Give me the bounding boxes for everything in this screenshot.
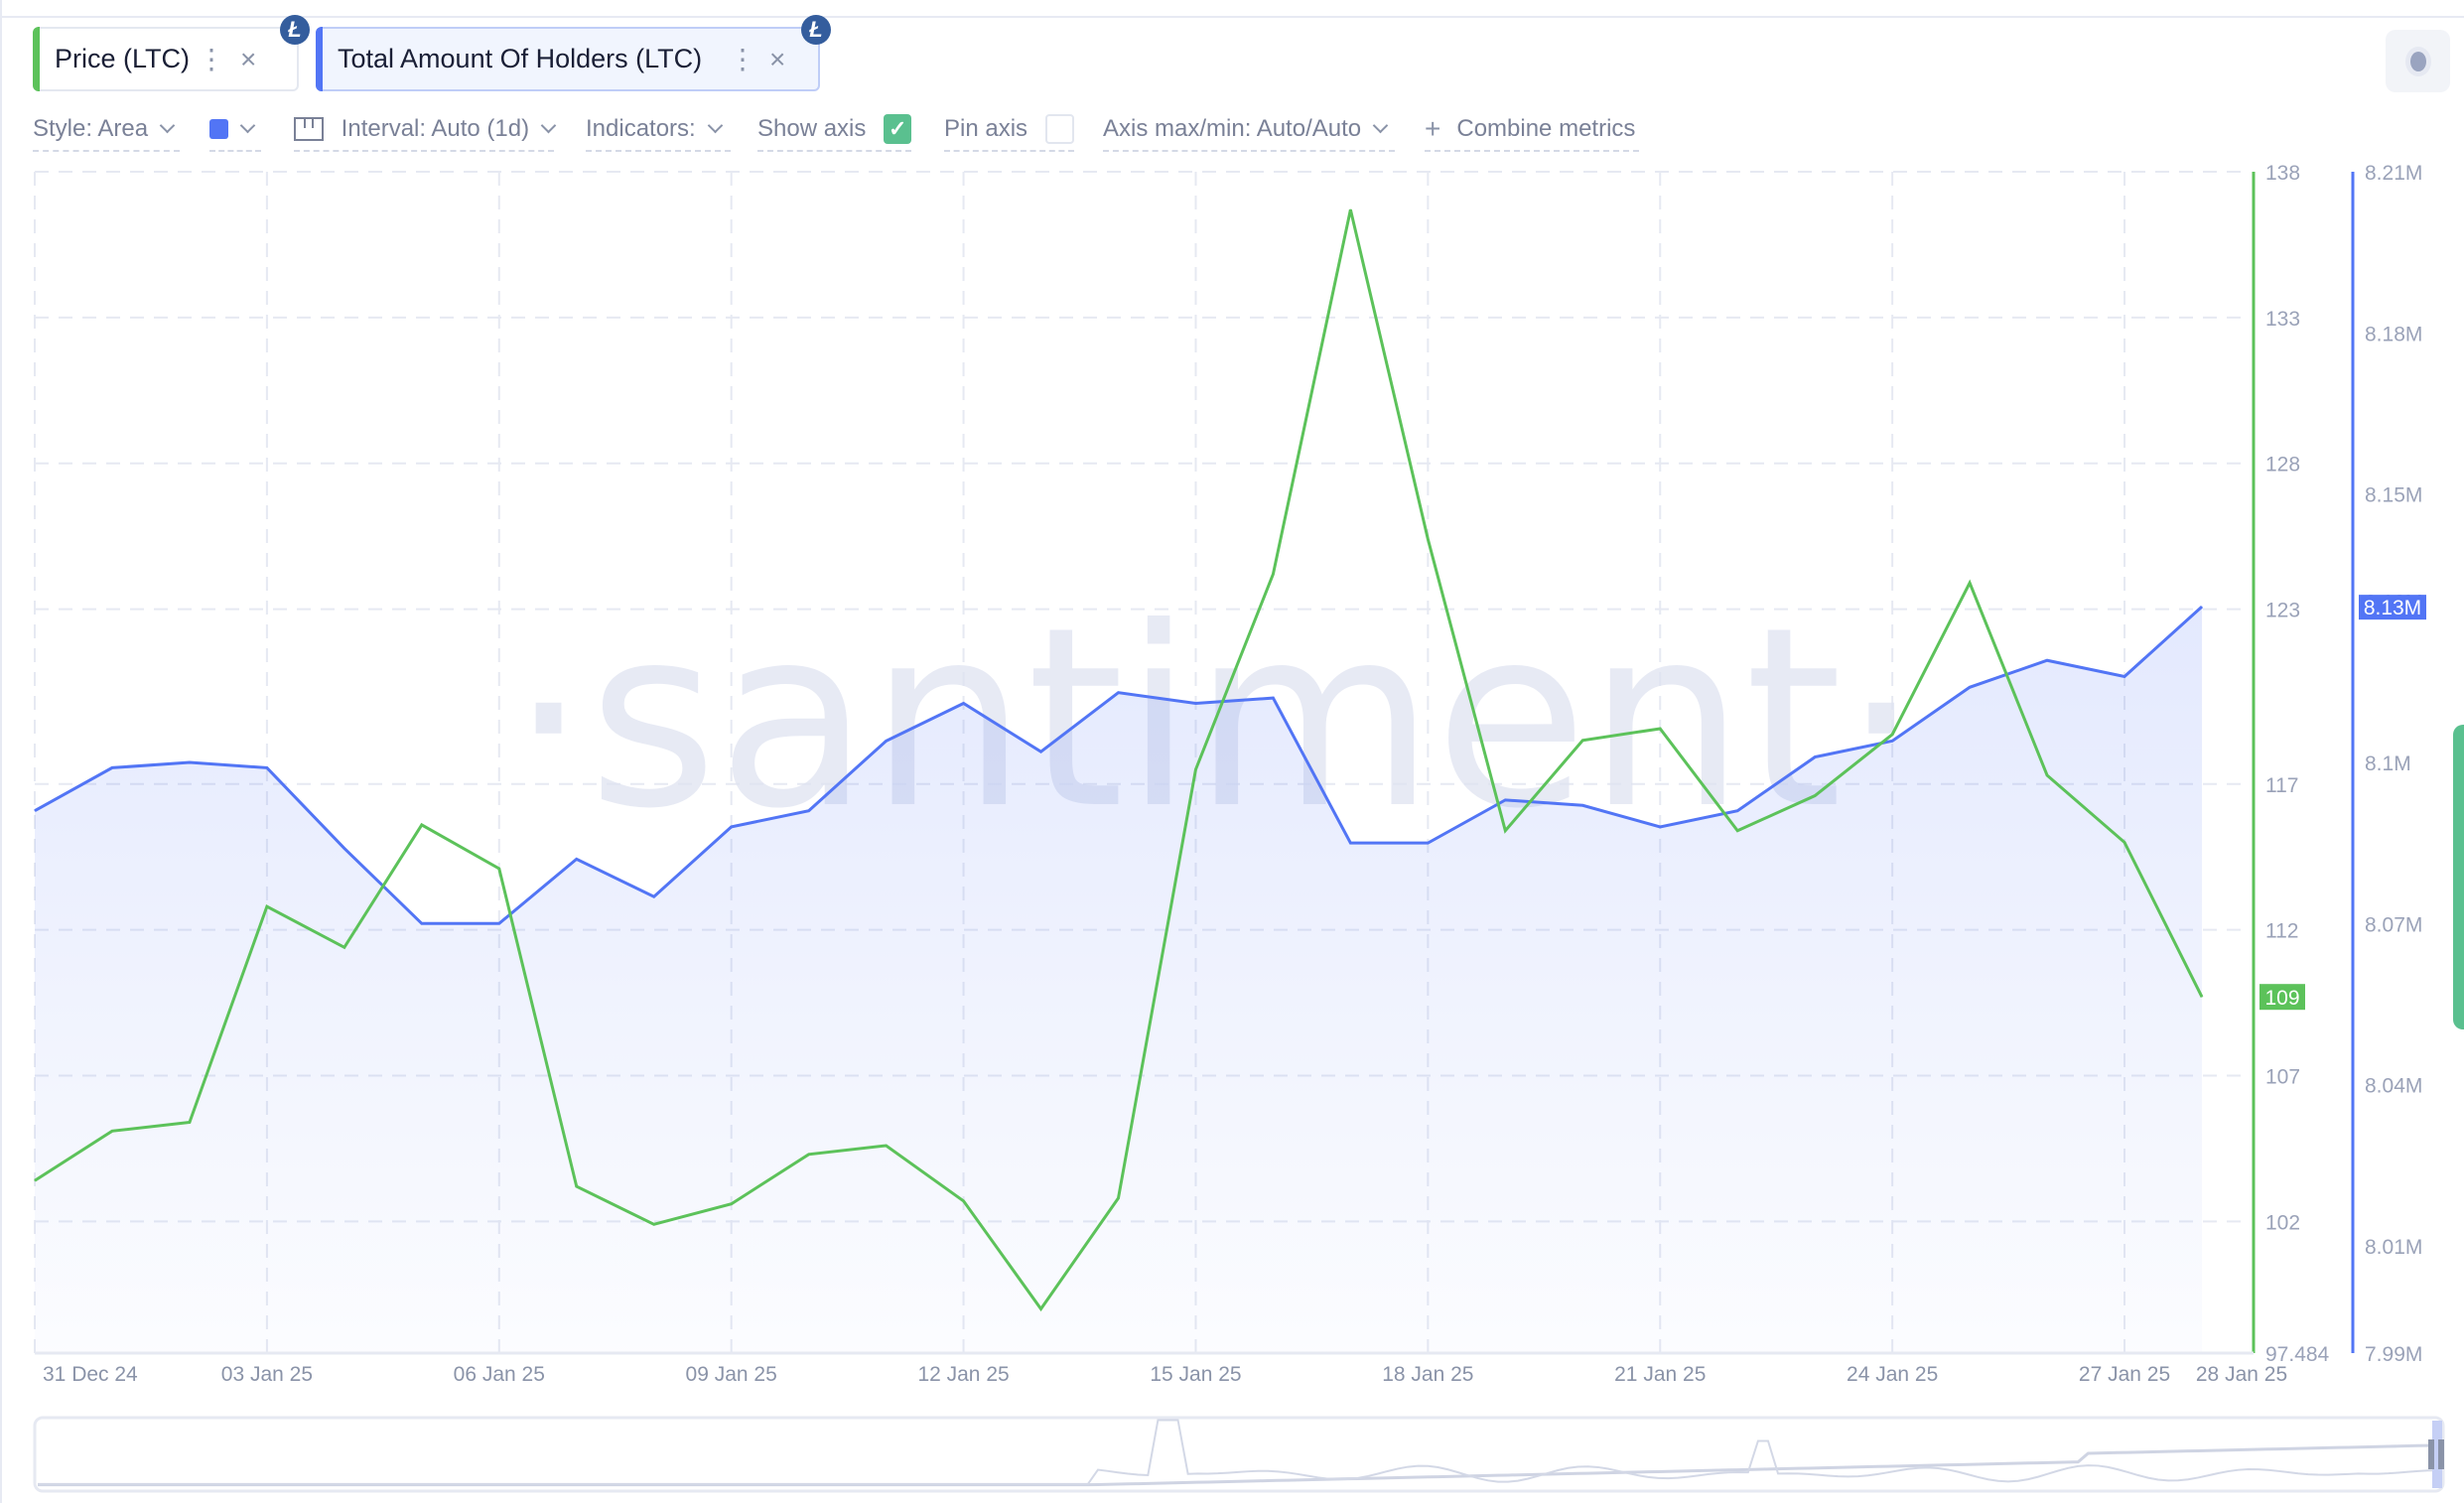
holders-point	[1427, 842, 1429, 844]
price-point	[1504, 830, 1506, 832]
price-point	[343, 946, 345, 948]
x-tick-label: 12 Jan 25	[917, 1363, 1009, 1386]
holders-point	[266, 766, 268, 768]
x-tick-label: 06 Jan 25	[454, 1363, 545, 1386]
chart[interactable]: ·santiment· 13813312812311711210710297.4…	[0, 0, 2464, 1503]
price-point	[731, 1203, 733, 1205]
holders-tick-label: 8.1M	[2365, 752, 2411, 775]
x-tick-label: 09 Jan 25	[686, 1363, 777, 1386]
holders-point	[1736, 810, 1738, 812]
chart-axes: 13813312812311711210710297.4848.21M8.18M…	[2252, 162, 2426, 1366]
price-tick-label: 102	[2265, 1211, 2300, 1234]
holders-point	[576, 858, 578, 860]
holders-point	[1659, 826, 1661, 828]
price-point	[963, 1200, 965, 1202]
holders-point	[2046, 659, 2048, 661]
price-tick-label: 133	[2265, 308, 2300, 331]
holders-point	[886, 740, 888, 742]
holders-point	[421, 922, 423, 924]
price-point	[111, 1130, 113, 1132]
holders-point	[189, 761, 191, 763]
x-tick-label: 15 Jan 25	[1150, 1363, 1241, 1386]
holders-point	[808, 810, 810, 812]
price-point	[1118, 1197, 1119, 1199]
price-point	[2046, 774, 2048, 776]
holders-point	[1194, 703, 1196, 704]
price-tick-label: 123	[2265, 600, 2300, 622]
price-point	[653, 1223, 655, 1225]
price-point	[1814, 795, 1816, 797]
x-tick-label: 31 Dec 24	[43, 1363, 138, 1386]
navigator	[33, 1416, 2445, 1493]
x-tick-label: 24 Jan 25	[1847, 1363, 1938, 1386]
price-point	[421, 824, 423, 826]
holders-point	[1118, 692, 1119, 694]
price-point	[1040, 1307, 1042, 1309]
price-point	[1427, 538, 1429, 540]
sidebar-toggle-handle[interactable]	[2453, 725, 2464, 1029]
holders-last-value-label: 8.13M	[2364, 597, 2421, 619]
holders-point	[1504, 799, 1506, 801]
price-point	[1969, 582, 1971, 584]
price-tick-label: 128	[2265, 454, 2300, 477]
holders-point	[1581, 804, 1583, 806]
price-point	[1736, 830, 1738, 832]
holders-point	[34, 810, 36, 812]
holders-tick-label: 8.15M	[2365, 484, 2422, 507]
price-point	[576, 1185, 578, 1187]
x-tick-label: 27 Jan 25	[2079, 1363, 2170, 1386]
price-point	[1272, 573, 1274, 575]
price-point	[886, 1145, 888, 1147]
holders-min-label: 7.99M	[2365, 1343, 2422, 1366]
holders-point	[2201, 606, 2203, 608]
holders-point	[1891, 740, 1893, 742]
price-point	[808, 1154, 810, 1156]
price-point	[266, 905, 268, 907]
price-point	[1891, 734, 1893, 736]
chart-series	[34, 208, 2204, 1353]
holders-point	[963, 703, 965, 704]
holders-tick-label: 8.01M	[2365, 1236, 2422, 1259]
holders-point	[2123, 675, 2125, 677]
price-tick-label: 107	[2265, 1066, 2300, 1089]
holders-point	[1272, 697, 1274, 699]
x-tick-label: 21 Jan 25	[1614, 1363, 1706, 1386]
price-point	[1194, 768, 1196, 770]
holders-point	[111, 766, 113, 768]
price-last-value-label: 109	[2264, 987, 2299, 1010]
navigator-handle-left[interactable]	[2428, 1439, 2434, 1469]
x-axis: 31 Dec 24 03 Jan 25 06 Jan 25 09 Jan 25 12 J…	[35, 1351, 2287, 1386]
x-tick-label: 18 Jan 25	[1382, 1363, 1473, 1386]
x-tick-label: 28 Jan 25	[2196, 1363, 2287, 1386]
holders-point	[498, 922, 500, 924]
price-point	[189, 1121, 191, 1123]
navigator-handle-right[interactable]	[2438, 1439, 2444, 1469]
price-tick-label: 138	[2265, 162, 2300, 185]
price-point	[2123, 842, 2125, 844]
price-point	[1581, 740, 1583, 742]
price-point	[498, 868, 500, 870]
holders-point	[343, 848, 345, 850]
price-point	[34, 1179, 36, 1181]
holders-point	[653, 895, 655, 897]
holders-tick-label: 8.18M	[2365, 323, 2422, 345]
price-point	[2201, 996, 2203, 998]
holders-point	[1349, 842, 1351, 844]
price-point	[1659, 728, 1661, 730]
x-tick-label: 03 Jan 25	[221, 1363, 313, 1386]
holders-point	[1969, 686, 1971, 688]
holders-tick-label: 8.21M	[2365, 162, 2422, 185]
price-tick-label: 112	[2265, 920, 2298, 943]
holders-tick-label: 8.07M	[2365, 913, 2422, 936]
holders-point	[731, 826, 733, 828]
holders-tick-label: 8.04M	[2365, 1075, 2422, 1098]
price-point	[1349, 208, 1351, 210]
price-tick-label: 117	[2265, 774, 2298, 797]
holders-point	[1814, 756, 1816, 758]
